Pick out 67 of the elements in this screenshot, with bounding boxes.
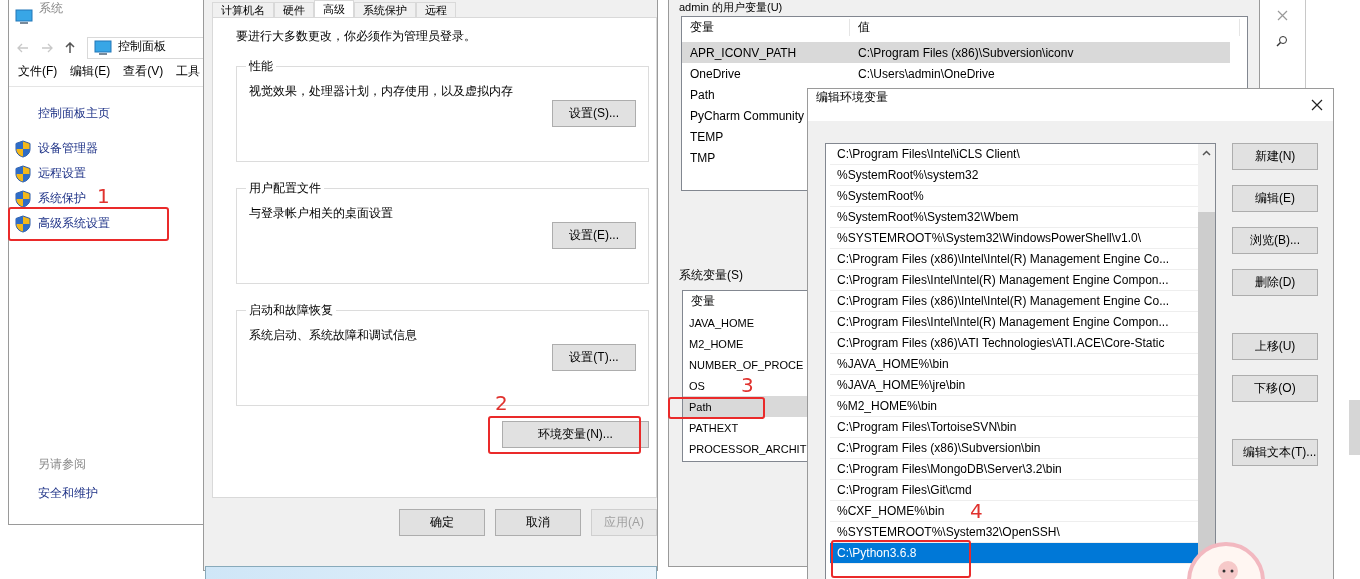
monitor-icon — [94, 40, 112, 56]
scrollbar-thumb[interactable] — [1349, 400, 1360, 455]
menu-item[interactable]: 编辑(E) — [70, 63, 111, 80]
task-link[interactable]: 远程设置 — [38, 161, 86, 186]
variable-value: C:\Program Files (x86)\Subversion\iconv — [857, 45, 1075, 60]
window-title: 编辑环境变量 — [816, 89, 888, 106]
menu-item[interactable]: 文件(F) — [18, 63, 58, 80]
task-link[interactable]: 系统保护 — [38, 186, 86, 211]
shield-icon — [15, 164, 31, 183]
task-link[interactable]: 高级系统设置 — [38, 211, 110, 236]
group-title: 用户配置文件 — [249, 181, 321, 195]
settings-button[interactable]: 设置(T)... — [552, 344, 636, 371]
shield-icon — [15, 189, 31, 208]
annotation-number: 2 — [495, 391, 508, 415]
dialog-button[interactable]: 取消 — [495, 509, 581, 536]
see-also-heading: 另请参阅 — [37, 456, 86, 473]
action-button[interactable]: 浏览(B)... — [1232, 227, 1318, 254]
menu-item[interactable]: 查看(V) — [123, 63, 164, 80]
variable-name: TEMP — [689, 129, 724, 144]
group-title: 启动和故障恢复 — [249, 303, 333, 317]
env-vars-button[interactable]: 环境变量(N)... — [502, 421, 649, 448]
tab[interactable]: 系统保护 — [354, 2, 416, 17]
action-button[interactable]: 上移(U) — [1232, 333, 1318, 360]
variable-name: OneDrive — [689, 66, 742, 81]
table-row[interactable]: OneDrive C:\Users\admin\OneDrive — [682, 63, 1230, 84]
shield-icon — [15, 214, 31, 233]
window-title: 系统 — [39, 0, 63, 17]
path-entry[interactable]: C:\Python3.6.8 — [830, 543, 1198, 564]
settings-button[interactable]: 设置(S)... — [552, 100, 636, 127]
column-header: 变量 — [682, 19, 850, 36]
annotation-number: 4 — [970, 499, 983, 523]
search-icon[interactable] — [1276, 35, 1288, 47]
action-button[interactable]: 编辑(E) — [1232, 185, 1318, 212]
tab[interactable]: 计算机名 — [212, 2, 274, 17]
variable-name: APR_ICONV_PATH — [689, 45, 798, 60]
tab[interactable]: 远程 — [416, 2, 456, 17]
tab[interactable]: 硬件 — [274, 2, 314, 17]
annotation-number: 1 — [97, 184, 110, 208]
scroll-up-icon[interactable] — [1202, 150, 1211, 156]
group-title: 系统变量(S) — [679, 267, 743, 284]
shield-icon — [15, 139, 31, 158]
group-description: 与登录帐户相关的桌面设置 — [249, 205, 393, 222]
action-button[interactable]: 删除(D) — [1232, 269, 1318, 296]
forward-arrow-icon[interactable] — [41, 43, 53, 53]
action-button[interactable]: 下移(O) — [1232, 375, 1318, 402]
notice-text: 要进行大多数更改，你必须作为管理员登录。 — [236, 28, 476, 45]
up-arrow-icon[interactable] — [65, 42, 75, 54]
column-header: 值 — [850, 19, 1240, 36]
annotation-number: 3 — [741, 373, 754, 397]
menu-item[interactable]: 工具 — [176, 63, 201, 80]
action-button[interactable]: 编辑文本(T)... — [1232, 439, 1318, 466]
variable-name: Path — [688, 400, 712, 413]
table-row[interactable]: APR_ICONV_PATH C:\Program Files (x86)\Subversion\iconv — [682, 42, 1230, 63]
variable-value: C:\Users\admin\OneDrive — [857, 66, 996, 81]
dialog-button[interactable]: 确定 — [399, 509, 485, 536]
task-link[interactable]: 设备管理器 — [38, 136, 98, 161]
variable-name: PyCharm Community — [689, 108, 805, 123]
monitor-icon — [15, 8, 33, 25]
group-title: 性能 — [249, 59, 273, 73]
tab[interactable]: 高级 — [314, 0, 354, 17]
group-description: 系统启动、系统故障和调试信息 — [249, 327, 417, 344]
group-title: admin 的用户变量(U) — [679, 0, 783, 14]
action-button[interactable]: 新建(N) — [1232, 143, 1318, 170]
settings-button[interactable]: 设置(E)... — [552, 222, 636, 249]
close-icon[interactable] — [1311, 99, 1323, 111]
back-arrow-icon[interactable] — [17, 43, 29, 53]
group-description: 视觉效果，处理器计划，内存使用，以及虚拟内存 — [249, 83, 513, 100]
